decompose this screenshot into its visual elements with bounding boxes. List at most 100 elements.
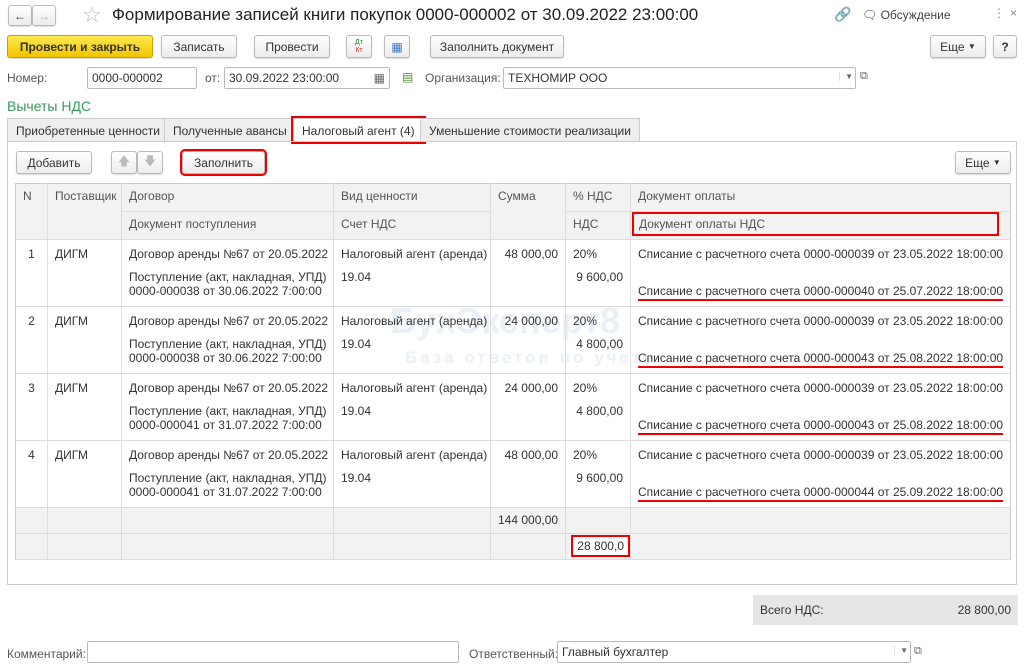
- date-field[interactable]: 30.09.2022 23:00:00 ▦: [224, 67, 390, 89]
- back-button[interactable]: ←: [8, 5, 32, 26]
- post-button[interactable]: Провести: [254, 35, 330, 58]
- star-icon[interactable]: ☆: [82, 2, 102, 28]
- fill-document-button[interactable]: Заполнить документ: [430, 35, 564, 58]
- row-amount[interactable]: 24 000,00: [490, 373, 566, 402]
- add-button[interactable]: Добавить: [16, 151, 92, 174]
- row-vat[interactable]: 4 800,00: [565, 334, 631, 374]
- col-vat-payment-doc[interactable]: Документ оплаты НДС: [630, 211, 1011, 240]
- tab-sales-value-reduction[interactable]: Уменьшение стоимости реализации: [420, 118, 640, 142]
- row-vat[interactable]: 9 600,00: [565, 468, 631, 508]
- organization-field[interactable]: ТЕХНОМИР ООО ▼: [503, 67, 856, 89]
- table-row[interactable]: 4 ДИГМ Договор аренды №67 от 20.05.2022 …: [16, 440, 1011, 508]
- discussion-button[interactable]: 🗨 Обсуждение: [862, 8, 951, 22]
- row-vat-rate[interactable]: 20%: [565, 440, 631, 469]
- row-value-type[interactable]: Налоговый агент (аренда): [333, 239, 491, 268]
- row-amount[interactable]: 24 000,00: [490, 306, 566, 335]
- row-vat[interactable]: 9 600,00: [565, 267, 631, 307]
- col-value-type[interactable]: Вид ценности: [333, 183, 491, 212]
- row-vat-payment-doc[interactable]: Списание с расчетного счета 0000-000043 …: [630, 401, 1011, 441]
- row-receipt-doc[interactable]: Поступление (акт, накладная, УПД) 0000-00…: [121, 334, 334, 374]
- table-row[interactable]: 1 ДИГМ Договор аренды №67 от 20.05.2022 …: [16, 239, 1011, 307]
- move-up-button[interactable]: 🡅: [111, 151, 137, 174]
- chevron-down-icon: ▼: [992, 158, 1001, 167]
- row-supplier[interactable]: ДИГМ: [47, 373, 122, 441]
- row-amount[interactable]: 48 000,00: [490, 440, 566, 469]
- table-row-detail[interactable]: Поступление (акт, накладная, УПД) 0000-00…: [15, 468, 1011, 508]
- open-responsible-icon[interactable]: ⧉: [914, 645, 922, 658]
- link-icon[interactable]: 🔗: [834, 6, 851, 23]
- row-vat-account[interactable]: 19.04: [333, 468, 491, 508]
- col-supplier[interactable]: Поставщик: [47, 183, 122, 240]
- row-vat[interactable]: 4 800,00: [565, 401, 631, 441]
- chevron-down-icon: ▼: [967, 42, 976, 51]
- row-value-type[interactable]: Налоговый агент (аренда): [333, 306, 491, 335]
- total-cell: [630, 507, 1011, 534]
- number-field[interactable]: 0000-000002: [87, 67, 197, 89]
- row-receipt-doc[interactable]: Поступление (акт, накладная, УПД) 0000-00…: [121, 468, 334, 508]
- row-contract[interactable]: Договор аренды №67 от 20.05.2022: [121, 239, 334, 268]
- row-payment-doc[interactable]: Списание с расчетного счета 0000-000039 …: [630, 239, 1011, 268]
- table-row-detail[interactable]: Поступление (акт, накладная, УПД) 0000-00…: [15, 334, 1011, 374]
- comment-field[interactable]: [87, 641, 459, 663]
- row-vat-payment-doc[interactable]: Списание с расчетного счета 0000-000044 …: [630, 468, 1011, 508]
- fill-button[interactable]: Заполнить: [180, 149, 267, 176]
- dropdown-icon[interactable]: ▼: [894, 646, 908, 655]
- row-payment-doc[interactable]: Списание с расчетного счета 0000-000039 …: [630, 440, 1011, 469]
- row-vat-account[interactable]: 19.04: [333, 401, 491, 441]
- table-more-button[interactable]: Еще ▼: [955, 151, 1011, 174]
- col-vat[interactable]: НДС: [565, 211, 631, 240]
- tab-tax-agent[interactable]: Налоговый агент (4): [291, 116, 426, 144]
- table-row[interactable]: 3 ДИГМ Договор аренды №67 от 20.05.2022 …: [16, 373, 1011, 441]
- forward-button[interactable]: →: [32, 5, 56, 26]
- row-vat-payment-doc[interactable]: Списание с расчетного счета 0000-000043 …: [630, 334, 1011, 374]
- close-icon[interactable]: ×: [1010, 6, 1017, 20]
- table-row-detail[interactable]: Поступление (акт, накладная, УПД) 0000-00…: [15, 267, 1011, 307]
- move-down-button[interactable]: 🡇: [137, 151, 163, 174]
- row-amount[interactable]: 48 000,00: [490, 239, 566, 268]
- calendar-icon[interactable]: ▦: [374, 71, 385, 85]
- col-vat-account[interactable]: Счет НДС: [333, 211, 491, 240]
- row-payment-doc[interactable]: Списание с расчетного счета 0000-000039 …: [630, 373, 1011, 402]
- col-payment-doc[interactable]: Документ оплаты: [630, 183, 1011, 212]
- col-contract[interactable]: Договор: [121, 183, 334, 212]
- table-row[interactable]: 2 ДИГМ Договор аренды №67 от 20.05.2022 …: [16, 306, 1011, 374]
- row-vat-account[interactable]: 19.04: [333, 334, 491, 374]
- tab-received-advances[interactable]: Полученные авансы: [164, 118, 296, 142]
- more-menu-icon[interactable]: ⋮: [993, 6, 1005, 20]
- row-contract[interactable]: Договор аренды №67 от 20.05.2022: [121, 440, 334, 469]
- row-vat-payment-doc[interactable]: Списание с расчетного счета 0000-000040 …: [630, 267, 1011, 307]
- row-vat-rate[interactable]: 20%: [565, 306, 631, 335]
- row-contract[interactable]: Договор аренды №67 от 20.05.2022: [121, 373, 334, 402]
- col-amount[interactable]: Сумма: [490, 183, 566, 240]
- dropdown-icon[interactable]: ▼: [839, 72, 853, 81]
- row-receipt-doc[interactable]: Поступление (акт, накладная, УПД) 0000-00…: [121, 401, 334, 441]
- row-value-type[interactable]: Налоговый агент (аренда): [333, 440, 491, 469]
- open-organization-icon[interactable]: ⧉: [860, 70, 868, 83]
- row-contract[interactable]: Договор аренды №67 от 20.05.2022: [121, 306, 334, 335]
- total-cell: [121, 507, 334, 534]
- row-supplier[interactable]: ДИГМ: [47, 239, 122, 307]
- post-and-close-button[interactable]: Провести и закрыть: [7, 35, 153, 58]
- col-receipt-doc[interactable]: Документ поступления: [121, 211, 334, 240]
- tab-acquired-values[interactable]: Приобретенные ценности: [7, 118, 169, 142]
- dt-kt-button[interactable]: Дт Кт: [346, 35, 372, 58]
- responsible-field[interactable]: Главный бухгалтер ▼: [557, 641, 911, 663]
- row-value-type[interactable]: Налоговый агент (аренда): [333, 373, 491, 402]
- row-payment-doc[interactable]: Списание с расчетного счета 0000-000039 …: [630, 306, 1011, 335]
- save-button[interactable]: Записать: [161, 35, 237, 58]
- total-cell: [333, 507, 491, 534]
- structure-button[interactable]: ▦: [384, 35, 410, 58]
- document-check-icon[interactable]: ▤: [402, 70, 413, 84]
- row-supplier[interactable]: ДИГМ: [47, 440, 122, 508]
- table-row-detail[interactable]: Поступление (акт, накладная, УПД) 0000-00…: [15, 401, 1011, 441]
- row-vat-rate[interactable]: 20%: [565, 373, 631, 402]
- help-button[interactable]: ?: [993, 35, 1017, 58]
- row-supplier[interactable]: ДИГМ: [47, 306, 122, 374]
- col-n[interactable]: N: [15, 183, 48, 240]
- row-receipt-doc[interactable]: Поступление (акт, накладная, УПД) 0000-00…: [121, 267, 334, 307]
- more-button[interactable]: Еще ▼: [930, 35, 986, 58]
- row-vat-rate[interactable]: 20%: [565, 239, 631, 268]
- col-vat-rate[interactable]: % НДС: [565, 183, 631, 212]
- row-number: 3: [28, 381, 35, 395]
- row-vat-account[interactable]: 19.04: [333, 267, 491, 307]
